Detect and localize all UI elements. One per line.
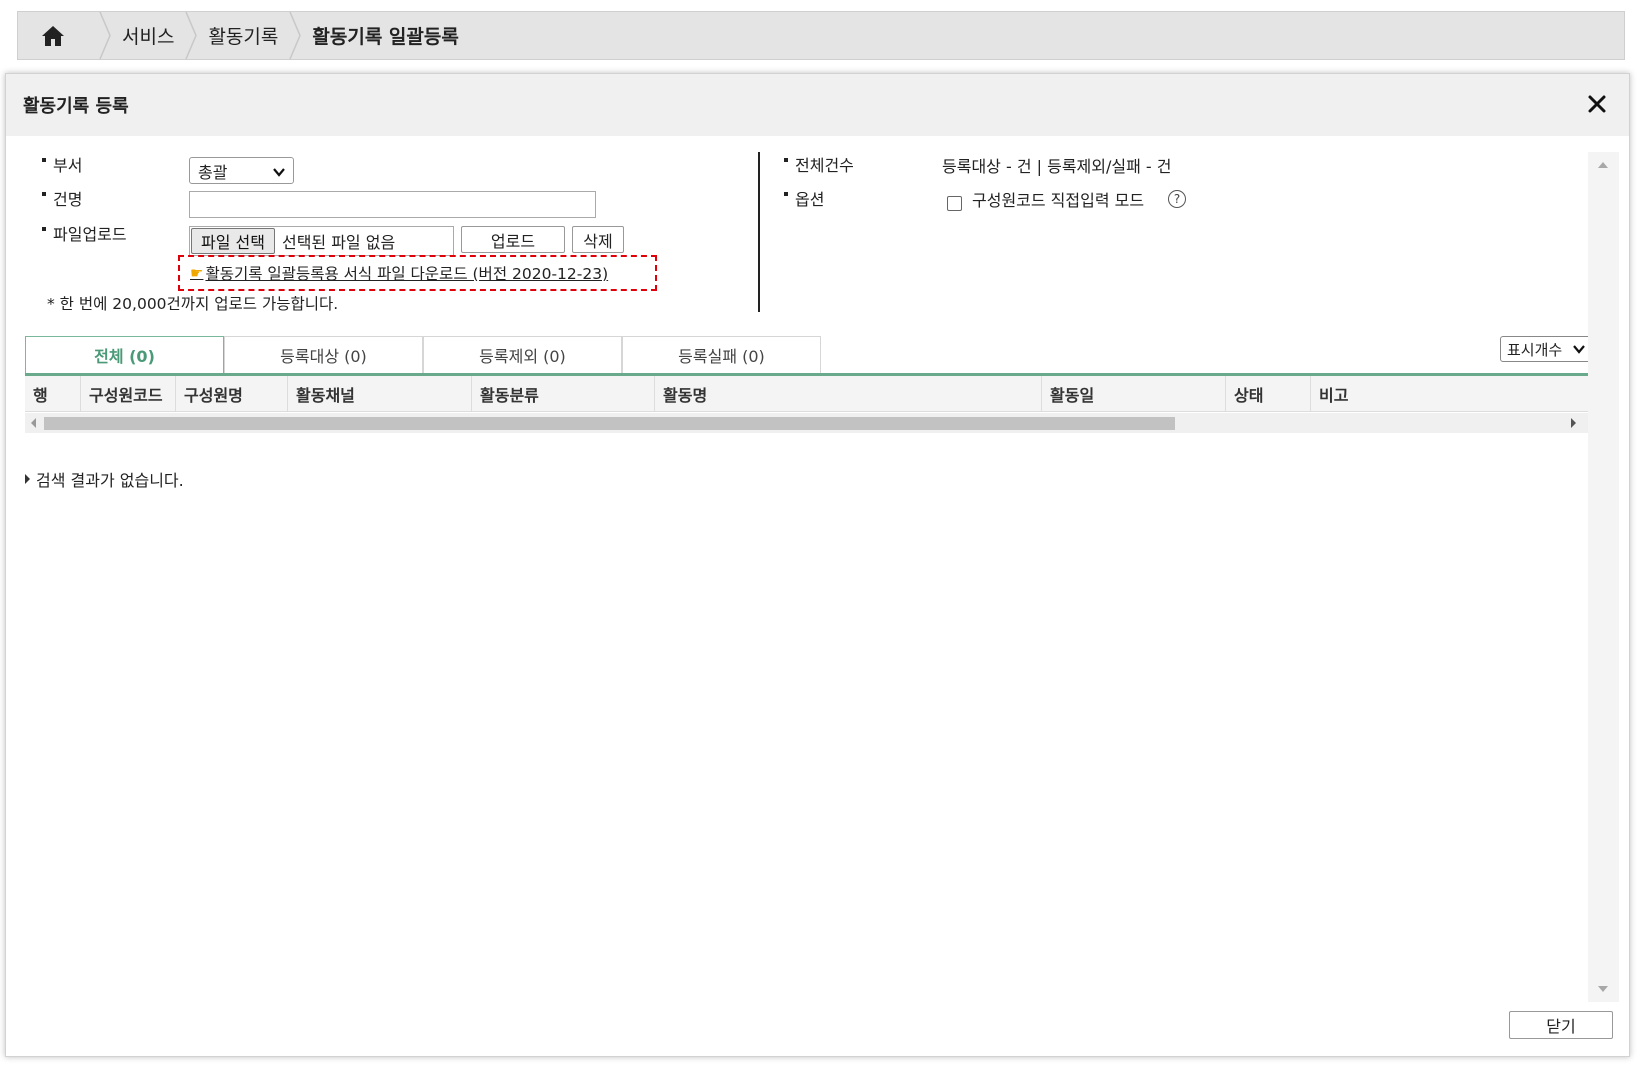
file-input[interactable]: 파일 선택 선택된 파일 없음 bbox=[189, 226, 454, 256]
breadcrumb-label: 활동기록 일괄등록 bbox=[312, 26, 459, 48]
dialog-title: 활동기록 등록 bbox=[23, 96, 129, 117]
display-count-label: 표시개수 bbox=[1507, 340, 1563, 359]
scroll-up-icon[interactable] bbox=[1598, 162, 1608, 168]
tab-target[interactable]: 등록대상 (0) bbox=[224, 336, 423, 373]
scrollbar-thumb[interactable] bbox=[44, 417, 1175, 430]
download-link-text: 활동기록 일괄등록용 서식 파일 다운로드 (버전 2020-12-23) bbox=[205, 265, 609, 283]
empty-result-text: 검색 결과가 없습니다. bbox=[36, 471, 184, 490]
column-header-remarks[interactable]: 비고 bbox=[1311, 376, 1588, 412]
direct-input-label[interactable]: 구성원코드 직접입력 모드 bbox=[972, 187, 1144, 211]
close-button[interactable]: 닫기 bbox=[1509, 1011, 1613, 1039]
file-status: 선택된 파일 없음 bbox=[281, 233, 396, 252]
column-header-activity-name[interactable]: 활동명 bbox=[655, 376, 1042, 412]
divider bbox=[758, 152, 760, 312]
scroll-right-icon[interactable] bbox=[1571, 418, 1576, 428]
activity-register-dialog: 활동기록 등록 부서 총괄 건명 파일업로드 파일 선택 선택된 파일 없음 업… bbox=[5, 73, 1630, 1057]
scroll-left-icon[interactable] bbox=[31, 418, 36, 428]
help-icon[interactable]: ? bbox=[1168, 190, 1186, 208]
chevron-right-icon bbox=[278, 12, 312, 59]
column-header-member-code[interactable]: 구성원코드 bbox=[81, 376, 176, 412]
upload-limit-note: * 한 번에 20,000건까지 업로드 가능합니다. bbox=[47, 295, 339, 313]
file-select-button[interactable]: 파일 선택 bbox=[191, 228, 275, 254]
breadcrumb-item-bulk-register: 활동기록 일괄등록 bbox=[312, 12, 458, 59]
pointing-hand-icon: ☛ bbox=[190, 264, 204, 282]
chevron-right-icon bbox=[174, 12, 208, 59]
tab-bar: 전체 (0) 등록대상 (0) 등록제외 (0) 등록실패 (0) bbox=[25, 336, 821, 373]
chevron-down-icon bbox=[272, 164, 286, 183]
total-count-label: 전체건수 bbox=[784, 152, 854, 176]
scroll-down-icon[interactable] bbox=[1598, 986, 1608, 992]
name-label: 건명 bbox=[42, 186, 82, 210]
dept-select[interactable]: 총괄 bbox=[189, 157, 294, 184]
breadcrumb-item-activity[interactable]: 활동기록 bbox=[208, 12, 278, 59]
upload-label: 파일업로드 bbox=[42, 221, 127, 245]
name-field[interactable] bbox=[189, 191, 596, 218]
option-label: 옵션 bbox=[784, 186, 824, 210]
download-highlight-box: ☛ 활동기록 일괄등록용 서식 파일 다운로드 (버전 2020-12-23) bbox=[178, 255, 657, 291]
vertical-scrollbar[interactable] bbox=[1588, 152, 1619, 1002]
triangle-right-icon bbox=[25, 474, 30, 484]
column-header-row[interactable]: 행 bbox=[25, 376, 81, 412]
tab-excluded[interactable]: 등록제외 (0) bbox=[423, 336, 622, 373]
dialog-header: 활동기록 등록 bbox=[6, 74, 1629, 136]
home-icon[interactable] bbox=[18, 12, 88, 59]
tab-all[interactable]: 전체 (0) bbox=[25, 336, 224, 373]
close-icon[interactable] bbox=[1581, 88, 1613, 120]
breadcrumb-item-service[interactable]: 서비스 bbox=[122, 12, 174, 59]
upload-button[interactable]: 업로드 bbox=[461, 226, 565, 253]
dept-select-value: 총괄 bbox=[198, 162, 228, 182]
chevron-right-icon bbox=[88, 12, 122, 59]
empty-result: 검색 결과가 없습니다. bbox=[25, 467, 184, 491]
grid-header: 행 구성원코드 구성원명 활동채널 활동분류 활동명 활동일 상태 비고 bbox=[25, 376, 1588, 412]
tab-failed[interactable]: 등록실패 (0) bbox=[622, 336, 821, 373]
breadcrumb: 서비스 활동기록 활동기록 일괄등록 bbox=[17, 11, 1625, 60]
column-header-activity-date[interactable]: 활동일 bbox=[1042, 376, 1226, 412]
direct-input-checkbox[interactable] bbox=[947, 196, 962, 211]
delete-button[interactable]: 삭제 bbox=[572, 226, 624, 253]
breadcrumb-label: 활동기록 bbox=[208, 26, 279, 48]
column-header-member-name[interactable]: 구성원명 bbox=[176, 376, 288, 412]
column-header-category[interactable]: 활동분류 bbox=[472, 376, 655, 412]
horizontal-scrollbar[interactable] bbox=[25, 413, 1588, 433]
total-count-value: 등록대상 - 건 | 등록제외/실패 - 건 bbox=[942, 157, 1172, 176]
breadcrumb-label: 서비스 bbox=[122, 26, 175, 48]
column-header-status[interactable]: 상태 bbox=[1226, 376, 1311, 412]
template-download-link[interactable]: ☛ 활동기록 일괄등록용 서식 파일 다운로드 (버전 2020-12-23) bbox=[190, 262, 608, 284]
chevron-down-icon bbox=[1572, 342, 1586, 360]
dept-label: 부서 bbox=[42, 152, 82, 176]
display-count-select[interactable]: 표시개수 bbox=[1500, 336, 1592, 362]
column-header-channel[interactable]: 활동채널 bbox=[288, 376, 472, 412]
